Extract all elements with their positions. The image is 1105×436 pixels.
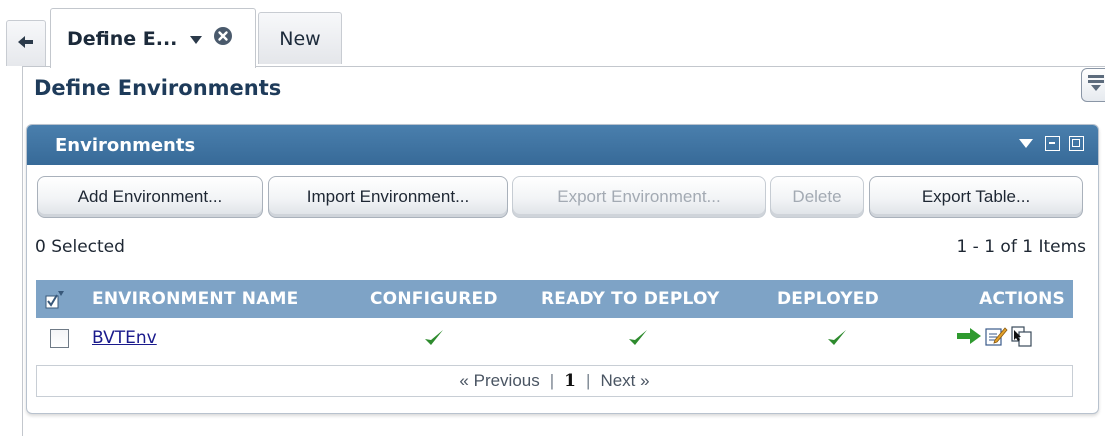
panel-collapse-icon [1087, 73, 1105, 97]
table-header: ENVIRONMENT NAME CONFIGURED READY TO DEP… [36, 280, 1073, 318]
menu-triangle-icon[interactable] [1019, 139, 1033, 148]
minimize-icon[interactable] [1045, 136, 1060, 151]
next-page-link[interactable]: Next » [600, 371, 649, 391]
import-environment-button[interactable]: Import Environment... [268, 176, 508, 218]
panel-header: Environments [27, 125, 1098, 165]
environments-panel: Environments Add Environment... Import E… [26, 124, 1099, 414]
column-header-environment-name[interactable]: ENVIRONMENT NAME [92, 280, 298, 318]
pager: « Previous | 1 | Next » [36, 365, 1073, 397]
column-header-actions: ACTIONS [979, 289, 1065, 309]
panel-controls [1019, 136, 1084, 151]
tab-define-environments[interactable]: Define E... [50, 8, 256, 68]
selected-count: 0 Selected [35, 237, 125, 257]
add-environment-button[interactable]: Add Environment... [37, 176, 263, 218]
ready-to-deploy-check-icon [627, 319, 649, 357]
chevron-down-icon[interactable] [189, 28, 203, 50]
export-table-button[interactable]: Export Table... [869, 176, 1083, 218]
pager-separator: | [549, 371, 555, 390]
pager-separator: | [586, 371, 591, 390]
previous-page-link[interactable]: « Previous [459, 371, 539, 391]
tab-new[interactable]: New [258, 12, 342, 64]
delete-button[interactable]: Delete [770, 176, 864, 218]
configured-check-icon [423, 319, 445, 357]
deployed-check-icon [826, 319, 848, 357]
select-all-icon[interactable] [44, 280, 68, 318]
deploy-arrow-icon[interactable] [956, 326, 982, 350]
content-border [22, 66, 23, 436]
column-header-configured[interactable]: CONFIGURED [370, 280, 498, 318]
close-icon[interactable] [213, 26, 233, 51]
back-tab-button[interactable] [6, 20, 46, 66]
tab-label: New [279, 27, 321, 50]
tab-label: Define E... [67, 27, 178, 50]
export-environment-button[interactable]: Export Environment... [512, 176, 766, 218]
left-arrow-icon [17, 34, 35, 54]
environment-name-link[interactable]: BVTEnv [92, 328, 157, 348]
tab-strip: Define E... New [0, 0, 1105, 68]
edit-icon[interactable] [984, 325, 1008, 351]
table-row: BVTEnv [36, 319, 1073, 357]
items-range: 1 - 1 of 1 Items [956, 237, 1086, 257]
column-header-ready-to-deploy[interactable]: READY TO DEPLOY [541, 280, 720, 318]
row-checkbox[interactable] [50, 328, 69, 348]
copy-icon[interactable] [1010, 325, 1034, 351]
current-page: 1 [564, 371, 577, 391]
panel-collapse-button[interactable] [1081, 68, 1105, 102]
column-header-deployed[interactable]: DEPLOYED [777, 280, 879, 318]
panel-title: Environments [55, 134, 196, 156]
page-title: Define Environments [34, 76, 282, 100]
maximize-icon[interactable] [1069, 136, 1084, 151]
